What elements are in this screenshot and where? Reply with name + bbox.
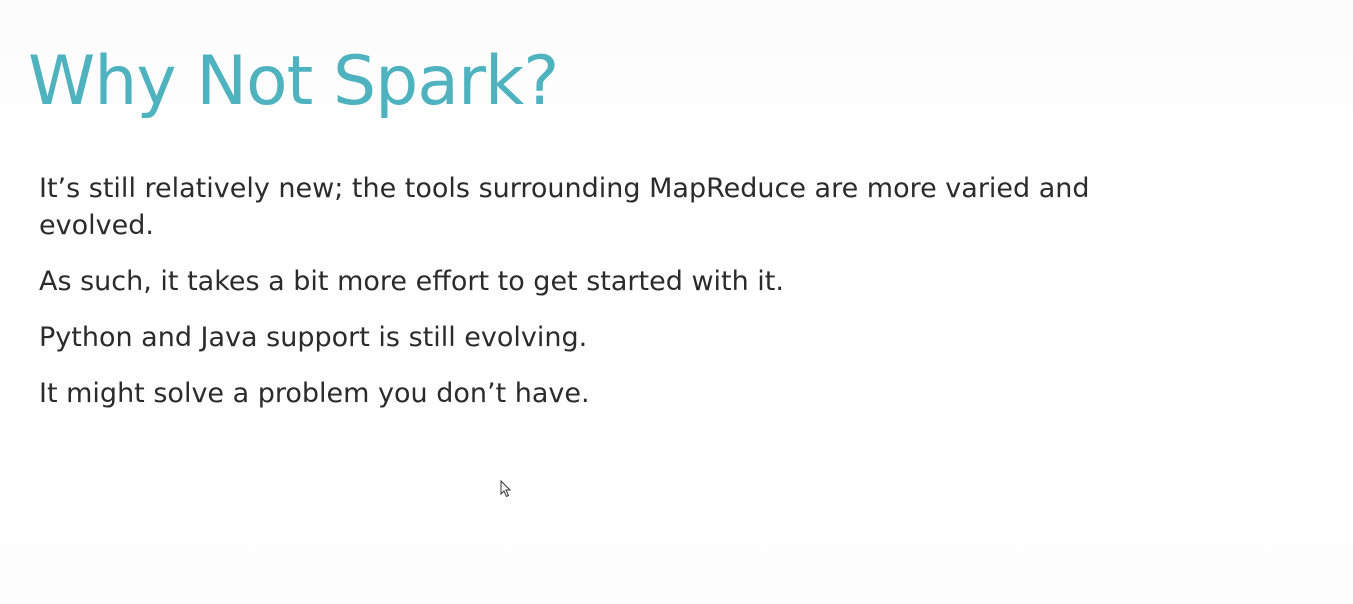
slide: Why Not Spark? It’s still relatively new… bbox=[0, 0, 1353, 604]
bullet-item: It’s still relatively new; the tools sur… bbox=[39, 173, 1090, 241]
bullet-item: As such, it takes a bit more effort to g… bbox=[39, 266, 784, 297]
bullet-item: It might solve a problem you don’t have. bbox=[39, 378, 590, 409]
mouse-pointer-icon bbox=[500, 480, 512, 498]
bullet-item: Python and Java support is still evolvin… bbox=[39, 322, 588, 353]
bullet-list: It’s still relatively new; the tools sur… bbox=[39, 170, 1189, 431]
slide-title: Why Not Spark? bbox=[28, 42, 559, 121]
